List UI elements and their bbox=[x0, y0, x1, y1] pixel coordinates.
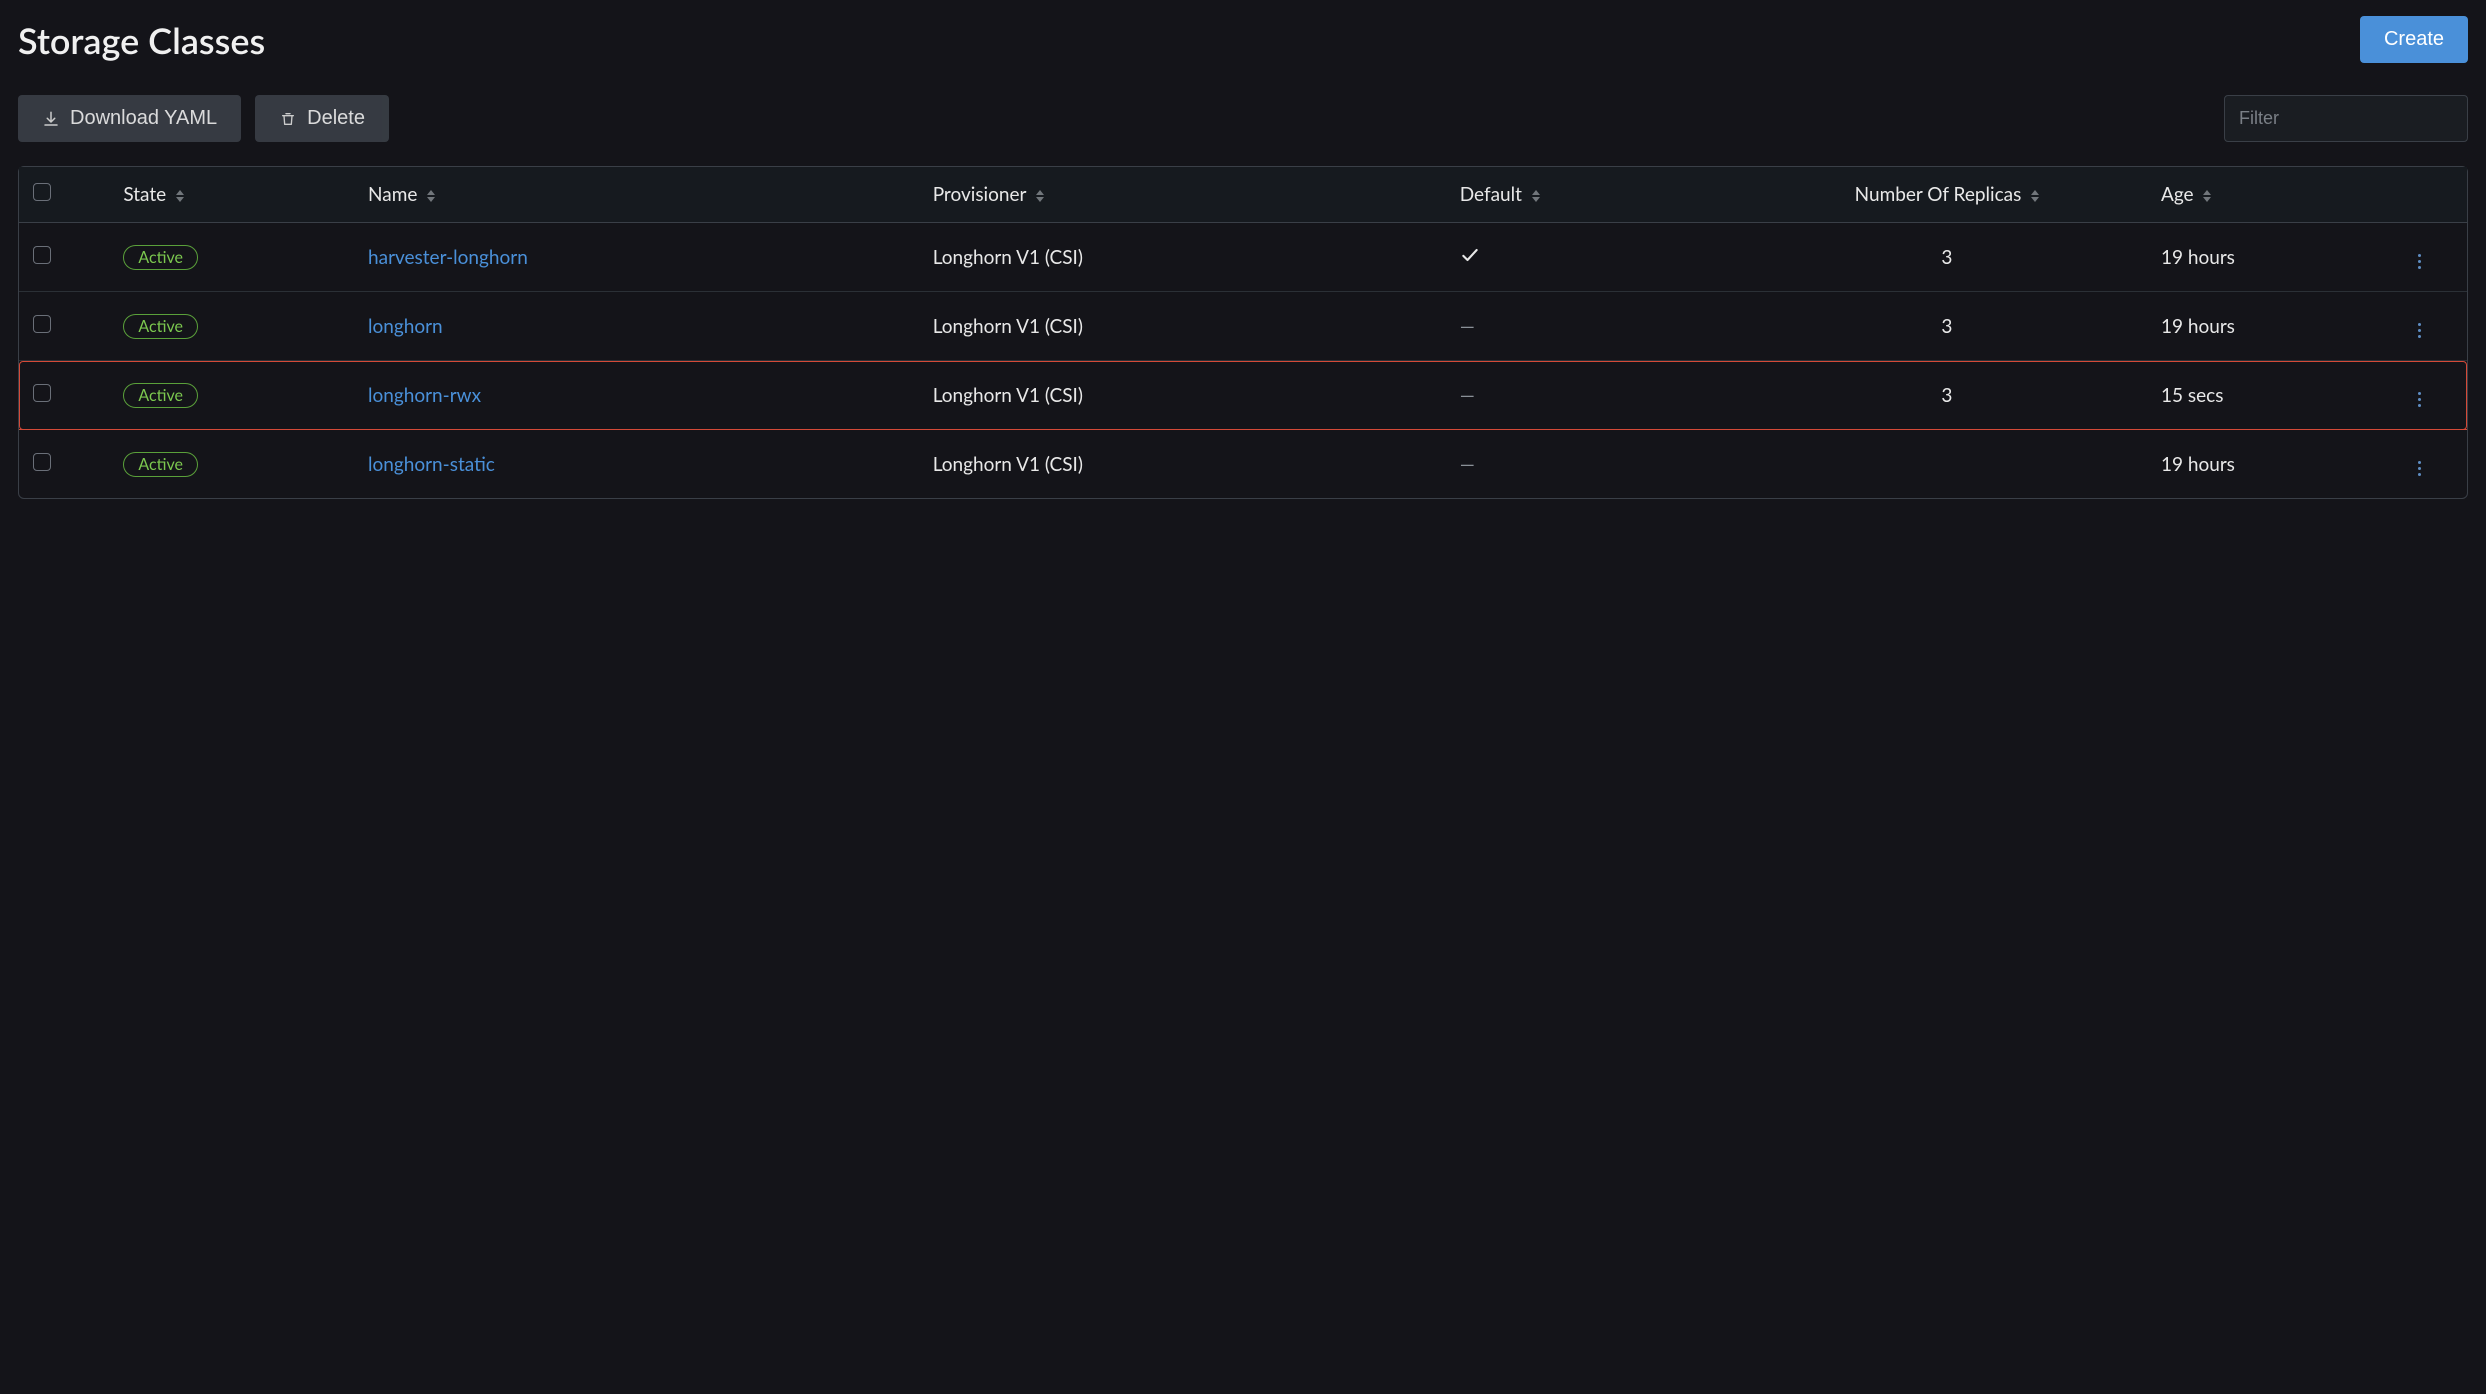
download-yaml-button[interactable]: Download YAML bbox=[18, 95, 241, 142]
row-checkbox[interactable] bbox=[33, 315, 51, 333]
column-header-default[interactable]: Default bbox=[1446, 167, 1747, 223]
toolbar: Download YAML Delete bbox=[18, 69, 2468, 166]
provisioner-cell: Longhorn V1 (CSI) bbox=[919, 430, 1446, 499]
replicas-cell bbox=[1747, 430, 2147, 499]
name-link[interactable]: longhorn-rwx bbox=[368, 384, 481, 407]
page-title: Storage Classes bbox=[18, 18, 265, 62]
sort-icon bbox=[2203, 190, 2211, 202]
provisioner-cell: Longhorn V1 (CSI) bbox=[919, 223, 1446, 292]
row-actions-menu[interactable] bbox=[2412, 455, 2427, 482]
dash-icon: — bbox=[1460, 384, 1475, 407]
provisioner-cell: Longhorn V1 (CSI) bbox=[919, 292, 1446, 361]
replicas-cell: 3 bbox=[1747, 292, 2147, 361]
age-cell: 15 secs bbox=[2147, 361, 2373, 430]
sort-icon bbox=[1036, 190, 1044, 202]
column-header-state[interactable]: State bbox=[109, 167, 354, 223]
delete-label: Delete bbox=[307, 107, 365, 130]
state-badge: Active bbox=[123, 245, 198, 270]
sort-icon bbox=[176, 190, 184, 202]
state-badge: Active bbox=[123, 452, 198, 477]
age-cell: 19 hours bbox=[2147, 292, 2373, 361]
name-link[interactable]: harvester-longhorn bbox=[368, 246, 528, 269]
replicas-cell: 3 bbox=[1747, 361, 2147, 430]
table-row: Active harvester-longhorn Longhorn V1 (CSI… bbox=[19, 223, 2467, 292]
table-row: Active longhorn-rwx Longhorn V1 (CSI) — 315 … bbox=[19, 361, 2467, 430]
age-cell: 19 hours bbox=[2147, 223, 2373, 292]
column-header-provisioner[interactable]: Provisioner bbox=[919, 167, 1446, 223]
column-header-replicas[interactable]: Number Of Replicas bbox=[1747, 167, 2147, 223]
state-badge: Active bbox=[123, 314, 198, 339]
create-button[interactable]: Create bbox=[2360, 16, 2468, 63]
row-checkbox[interactable] bbox=[33, 246, 51, 264]
download-yaml-label: Download YAML bbox=[70, 107, 217, 130]
row-actions-menu[interactable] bbox=[2412, 386, 2427, 413]
dash-icon: — bbox=[1460, 453, 1475, 476]
default-cell bbox=[1446, 223, 1747, 292]
age-cell: 19 hours bbox=[2147, 430, 2373, 499]
replicas-cell: 3 bbox=[1747, 223, 2147, 292]
check-icon bbox=[1460, 245, 1480, 265]
default-cell: — bbox=[1446, 292, 1747, 361]
state-badge: Active bbox=[123, 383, 198, 408]
row-actions-menu[interactable] bbox=[2412, 248, 2427, 275]
sort-icon bbox=[1532, 190, 1540, 202]
storage-classes-table: State Name Provisioner Default Number Of… bbox=[18, 166, 2468, 499]
default-cell: — bbox=[1446, 430, 1747, 499]
table-row: Active longhorn-static Longhorn V1 (CSI) — 1… bbox=[19, 430, 2467, 499]
select-all-checkbox[interactable] bbox=[33, 183, 51, 201]
column-header-name[interactable]: Name bbox=[354, 167, 919, 223]
page-header: Storage Classes Create bbox=[18, 0, 2468, 69]
dash-icon: — bbox=[1460, 315, 1475, 338]
provisioner-cell: Longhorn V1 (CSI) bbox=[919, 361, 1446, 430]
name-link[interactable]: longhorn-static bbox=[368, 453, 495, 476]
sort-icon bbox=[2031, 190, 2039, 202]
name-link[interactable]: longhorn bbox=[368, 315, 443, 338]
row-actions-menu[interactable] bbox=[2412, 317, 2427, 344]
trash-icon bbox=[279, 110, 297, 128]
default-cell: — bbox=[1446, 361, 1747, 430]
delete-button[interactable]: Delete bbox=[255, 95, 389, 142]
sort-icon bbox=[427, 190, 435, 202]
column-header-age[interactable]: Age bbox=[2147, 167, 2373, 223]
row-checkbox[interactable] bbox=[33, 453, 51, 471]
table-row: Active longhorn Longhorn V1 (CSI) — 319 hour… bbox=[19, 292, 2467, 361]
download-icon bbox=[42, 110, 60, 128]
filter-input[interactable] bbox=[2224, 95, 2468, 142]
row-checkbox[interactable] bbox=[33, 384, 51, 402]
